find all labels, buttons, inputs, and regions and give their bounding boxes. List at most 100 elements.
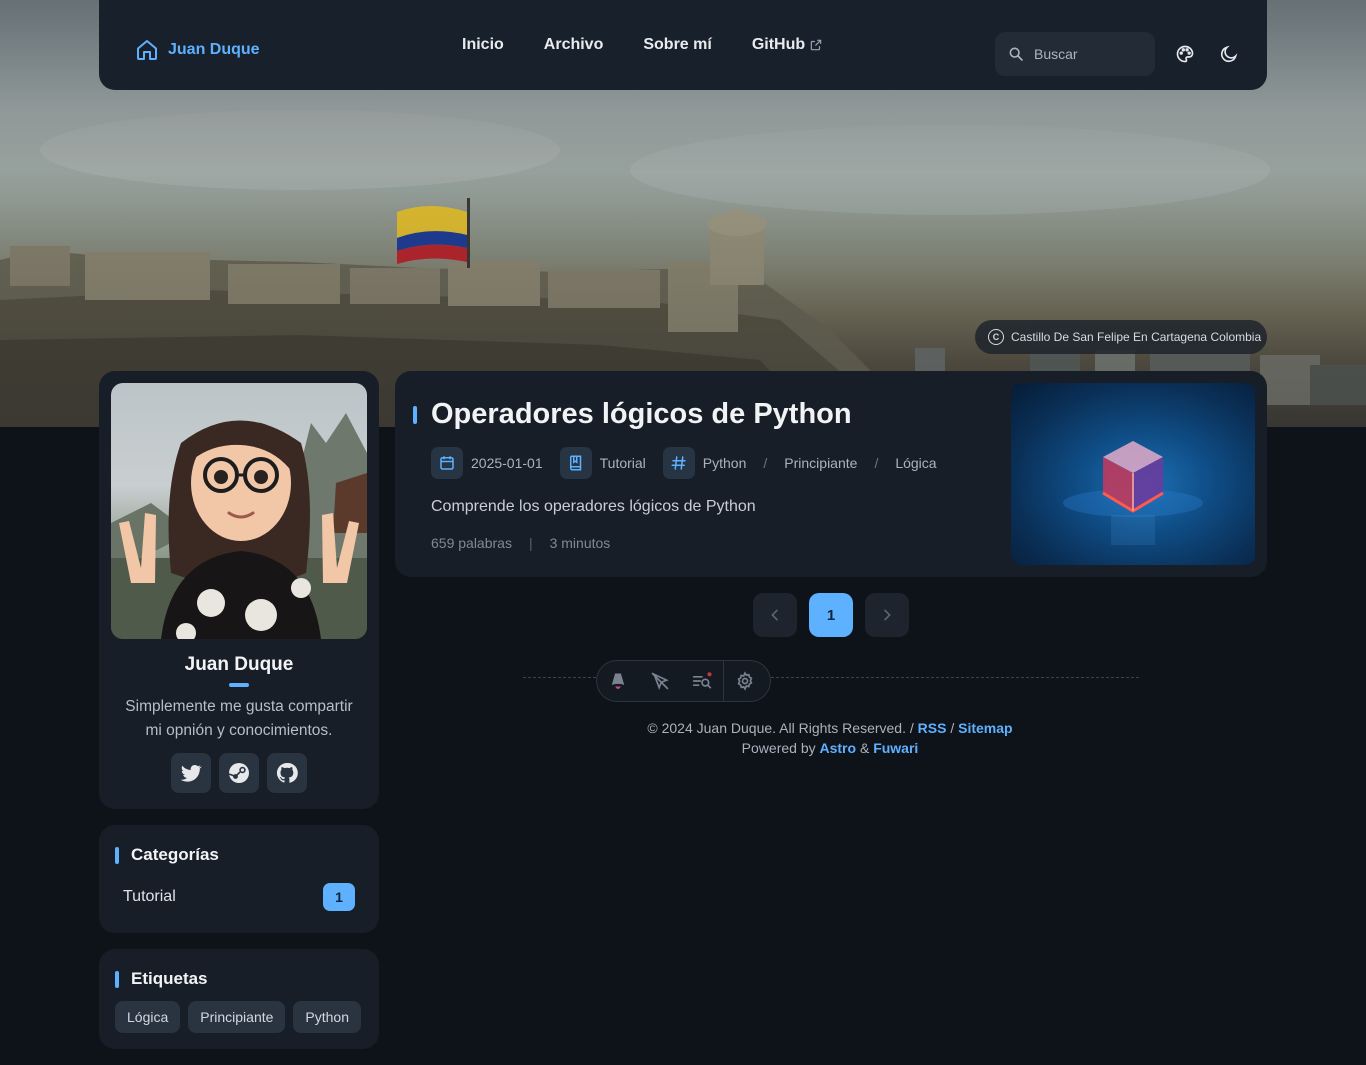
category-count-badge: 1 [323, 883, 355, 911]
footer-powered-by: Powered by [741, 740, 816, 756]
tags-widget: Etiquetas Lógica Principiante Python [99, 949, 379, 1049]
search-box[interactable] [995, 32, 1155, 76]
astro-link[interactable]: Astro [820, 740, 857, 756]
astro-menu-button[interactable] [597, 661, 639, 701]
tag-logica[interactable]: Lógica [115, 1001, 181, 1033]
brand-name: Juan Duque [168, 41, 260, 58]
brand-link[interactable]: Juan Duque [135, 38, 260, 62]
search-icon [1009, 47, 1023, 61]
categories-title: Categorías [115, 845, 219, 865]
post-date: 2025-01-01 [431, 447, 543, 479]
twitter-icon [180, 764, 202, 782]
steam-icon [228, 763, 249, 783]
copyright-icon: C [988, 329, 1004, 345]
banner-credit-text: Castillo De San Felipe En Cartagena Colo… [1011, 330, 1262, 344]
title-accent-bar [115, 970, 119, 988]
pagination: 1 [753, 593, 909, 637]
post-meta: 2025-01-01 Tutorial Python / Principiant… [431, 447, 954, 479]
post-read-time: 3 minutos [549, 535, 611, 551]
github-icon [276, 762, 298, 783]
profile-bio: Simplemente me gusta compartir mi opnión… [125, 698, 353, 739]
hash-icon [662, 447, 695, 479]
theme-color-button[interactable] [1165, 34, 1205, 74]
prev-page-button[interactable] [753, 593, 797, 637]
audit-icon [692, 672, 712, 689]
profile-name: Juan Duque [184, 654, 294, 675]
post-cover-image[interactable] [1011, 383, 1255, 565]
post-tags: Python / Principiante / Lógica [662, 447, 937, 479]
astro-icon [611, 673, 625, 689]
settings-button[interactable] [724, 661, 766, 701]
tags-title-text: Etiquetas [131, 969, 208, 988]
avatar-illustration [111, 413, 367, 639]
name-underline [229, 683, 249, 687]
post-card: Operadores lógicos de Python 2025-01-01 … [395, 371, 1267, 577]
tags-title: Etiquetas [115, 969, 208, 989]
audit-button[interactable] [681, 661, 723, 701]
footer-divider-right [771, 677, 1139, 678]
nav-links: Inicio Archivo Sobre mí GitHub [442, 36, 843, 54]
nav-link-sobre-mi[interactable]: Sobre mí [623, 36, 731, 54]
social-links [171, 753, 307, 793]
footer-divider-left [523, 677, 596, 678]
next-page-button[interactable] [865, 593, 909, 637]
profile-card: Juan Duque Simplemente me gusta comparti… [99, 371, 379, 809]
fuwari-link[interactable]: Fuwari [873, 740, 918, 756]
dark-mode-button[interactable] [1209, 34, 1249, 74]
cursor-icon [651, 672, 669, 691]
post-category-text: Tutorial [599, 455, 646, 471]
nav-link-github[interactable]: GitHub [732, 36, 843, 54]
steam-link[interactable] [219, 753, 259, 793]
chevron-left-icon [771, 609, 778, 621]
github-link[interactable] [267, 753, 307, 793]
post-date-text: 2025-01-01 [471, 455, 543, 471]
post-tag-python[interactable]: Python [703, 455, 747, 471]
cube-illustration [1063, 441, 1203, 545]
category-label: Tutorial [123, 888, 176, 905]
tag-separator: / [874, 455, 879, 471]
footer-slash: / [950, 720, 955, 736]
post-word-count: 659 palabras [431, 535, 512, 551]
category-item-tutorial[interactable]: Tutorial 1 [123, 883, 355, 911]
rss-link[interactable]: RSS [918, 720, 947, 736]
avatar[interactable] [111, 383, 367, 639]
post-description: Comprende los operadores lógicos de Pyth… [431, 498, 756, 515]
palette-icon [1176, 45, 1194, 63]
search-input[interactable] [1034, 46, 1144, 62]
book-icon [559, 447, 592, 479]
tag-separator: / [763, 455, 768, 471]
post-tag-principiante[interactable]: Principiante [784, 455, 857, 471]
twitter-link[interactable] [171, 753, 211, 793]
categories-widget: Categorías Tutorial 1 [99, 825, 379, 933]
dev-toolbar [596, 660, 771, 702]
categories-title-text: Categorías [131, 845, 219, 864]
tag-python[interactable]: Python [293, 1001, 362, 1033]
external-link-icon [810, 39, 822, 51]
footer-amp: & [859, 740, 870, 756]
navbar: Juan Duque Inicio Archivo Sobre mí GitHu… [99, 0, 1267, 90]
gear-icon [737, 671, 753, 691]
moon-icon [1220, 45, 1238, 63]
footer-text: © 2024 Juan Duque. All Rights Reserved. … [520, 718, 1140, 758]
post-category[interactable]: Tutorial [559, 447, 646, 479]
page-button-current[interactable]: 1 [809, 593, 853, 637]
tag-principiante[interactable]: Principiante [188, 1001, 286, 1033]
home-icon [137, 40, 157, 60]
post-title[interactable]: Operadores lógicos de Python [431, 398, 852, 431]
nav-link-archivo[interactable]: Archivo [524, 36, 624, 54]
chevron-right-icon [884, 609, 891, 621]
post-tag-logica[interactable]: Lógica [895, 455, 936, 471]
inspect-button[interactable] [639, 661, 681, 701]
footer-powered-line: Powered by Astro & Fuwari [520, 738, 1140, 758]
stats-separator: | [528, 535, 533, 551]
title-accent-bar [115, 846, 119, 864]
nav-link-github-label: GitHub [751, 36, 806, 53]
footer-copyright-line: © 2024 Juan Duque. All Rights Reserved. … [520, 718, 1140, 738]
footer-copyright: © 2024 Juan Duque. All Rights Reserved. … [647, 720, 914, 736]
post-title-accent-bar [413, 406, 417, 424]
calendar-icon [431, 447, 463, 479]
sitemap-link[interactable]: Sitemap [958, 720, 1012, 736]
post-stats: 659 palabras | 3 minutos [431, 535, 610, 551]
banner-credit: C Castillo De San Felipe En Cartagena Co… [975, 320, 1267, 354]
nav-link-inicio[interactable]: Inicio [442, 36, 524, 54]
